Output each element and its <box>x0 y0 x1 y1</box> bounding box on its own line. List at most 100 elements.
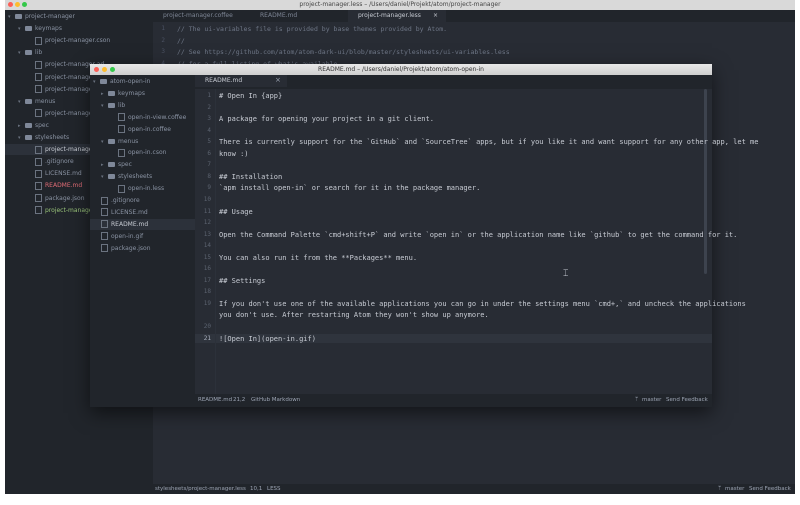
chevron-down-icon: ▾ <box>101 174 104 181</box>
editor-line-text: A package for opening your project in a … <box>219 115 434 124</box>
status-cursor-position[interactable]: 10,1 <box>250 484 262 494</box>
folder-icon <box>15 14 22 19</box>
code-line: // See https://github.com/atom/atom-dark… <box>177 48 510 57</box>
file-icon <box>35 157 42 166</box>
tree-file-item[interactable]: LICENSE.md <box>90 207 195 218</box>
tree-folder-item[interactable]: ▾ lib <box>5 47 153 58</box>
minimize-window-icon[interactable] <box>15 2 20 7</box>
editor-line-text: `apm install open-in` or search for it i… <box>219 184 481 193</box>
front-window-title: README.md – /Users/daniel/Projekt/atom/a… <box>90 64 712 75</box>
zoom-window-icon[interactable] <box>110 67 115 72</box>
status-branch[interactable]: master <box>725 484 744 494</box>
folder-icon <box>25 135 32 140</box>
file-icon <box>118 125 125 134</box>
tree-file-item[interactable]: open-in-view.coffee <box>90 112 195 123</box>
editor-line-text: ## Installation <box>219 172 283 181</box>
chevron-down-icon: ▾ <box>93 79 96 85</box>
tree-file-item[interactable]: open-in.coffee <box>90 124 195 135</box>
tab-readme[interactable]: README.md <box>195 75 287 87</box>
editor-line-text: know :) <box>219 149 249 158</box>
gutter-divider <box>215 89 216 394</box>
tree-item-label: spec <box>35 121 49 129</box>
status-grammar[interactable]: GitHub Markdown <box>251 394 300 407</box>
tree-file-item[interactable]: .gitignore <box>90 195 195 206</box>
line-number: 16 <box>203 265 211 273</box>
tree-folder-item[interactable]: ▾ keymaps <box>5 23 153 34</box>
close-window-icon[interactable] <box>94 67 99 72</box>
send-feedback-link[interactable]: Send Feedback <box>666 394 708 407</box>
close-tab-icon[interactable]: × <box>275 76 281 84</box>
vertical-scrollbar[interactable] <box>704 89 707 274</box>
file-icon <box>35 60 42 69</box>
file-icon <box>101 196 108 205</box>
tree-file-item[interactable]: open-in.gif <box>90 231 195 242</box>
line-number: 11 <box>203 207 211 215</box>
tab-2[interactable]: project-manager.less × <box>348 10 446 22</box>
mouse-cursor-icon: ⌶ <box>563 269 569 279</box>
line-number: 3 <box>207 115 211 123</box>
folder-icon <box>25 98 32 104</box>
editor-line-text: you don't use. After restarting Atom the… <box>219 311 489 320</box>
tree-folder-item[interactable]: ▾ lib <box>90 100 195 111</box>
status-grammar[interactable]: LESS <box>267 484 281 494</box>
tree-folder-item[interactable]: ▾ menus <box>90 136 195 147</box>
tree-folder-item[interactable]: ▸ keymaps <box>90 88 195 99</box>
tree-item-label: project-manager.cson <box>45 37 111 45</box>
line-number: 14 <box>203 242 211 250</box>
line-number: 12 <box>203 219 211 227</box>
line-number: 1 <box>161 25 165 32</box>
front-text-editor[interactable]: ⌶ 1 # Open In {app} 2 3 A package for openin… <box>195 89 758 394</box>
line-number: 4 <box>207 126 211 134</box>
editor-line-text: If you don't use one of the available ap… <box>219 299 746 308</box>
file-icon <box>101 232 108 241</box>
tree-item-label: open-in-view.coffee <box>128 113 187 121</box>
folder-icon <box>25 122 32 128</box>
tree-item-label: package.json <box>45 194 85 202</box>
folder-icon <box>25 26 32 32</box>
chevron-down-icon: ▾ <box>101 138 104 145</box>
chevron-down-icon: ▾ <box>18 135 21 141</box>
tab-label: project-manager.coffee <box>163 12 233 19</box>
tree-folder-item[interactable]: ▾ stylesheets <box>90 171 195 182</box>
status-branch[interactable]: master <box>642 394 661 407</box>
tree-item-label: keymaps <box>35 25 62 33</box>
status-file-name[interactable]: README.md <box>198 394 232 407</box>
chevron-down-icon: ▾ <box>18 98 21 105</box>
line-number: 2 <box>207 103 211 111</box>
code-line: // The ui-variables file is provided by … <box>177 25 448 33</box>
chevron-down-icon: ▾ <box>101 102 104 109</box>
editor-line-text: ## Usage <box>219 207 253 216</box>
zoom-window-icon[interactable] <box>22 2 27 7</box>
close-window-icon[interactable] <box>8 2 13 7</box>
tree-item-label: open-in.gif <box>111 232 144 240</box>
tab-0[interactable]: project-manager.coffee <box>153 10 250 22</box>
line-number: 3 <box>161 48 165 56</box>
send-feedback-link[interactable]: Send Feedback <box>749 484 791 494</box>
file-icon <box>35 206 42 215</box>
tree-item-label: README.md <box>111 220 149 228</box>
status-file-path[interactable]: stylesheets/project-manager.less <box>155 484 246 494</box>
tree-file-item[interactable]: open-in.less <box>90 183 195 194</box>
line-number: 2 <box>161 36 165 44</box>
tree-file-item[interactable]: package.json <box>90 243 195 254</box>
tree-folder-item[interactable]: ▾ atom-open-in <box>90 76 195 87</box>
front-editor-window: README.md – /Users/daniel/Projekt/atom/a… <box>90 64 758 407</box>
editor-line-text: Open the Command Palette `cmd+shift+P` a… <box>219 230 738 239</box>
status-cursor-position[interactable]: 21,2 <box>233 394 245 407</box>
minimize-window-icon[interactable] <box>102 67 107 72</box>
folder-icon <box>100 79 107 84</box>
tree-file-item[interactable]: README.md <box>90 218 195 230</box>
close-tab-icon[interactable]: × <box>433 10 438 22</box>
tree-item-label: README.md <box>45 182 83 190</box>
tree-folder-item[interactable]: ▸ spec <box>90 159 195 170</box>
tree-item-label: package.json <box>111 244 151 252</box>
chevron-down-icon: ▾ <box>8 14 11 20</box>
tree-file-item[interactable]: project-manager.cson <box>5 35 153 46</box>
tab-1[interactable]: README.md <box>250 10 348 22</box>
line-number: 7 <box>207 161 211 169</box>
back-window-title: project-manager.less – /Users/daniel/Pro… <box>5 0 795 10</box>
tree-folder-item[interactable]: ▾ project-manager <box>5 11 153 22</box>
tree-file-item[interactable]: open-in.cson <box>90 147 195 158</box>
line-number: 8 <box>207 172 211 180</box>
chevron-down-icon: ▾ <box>18 50 21 57</box>
